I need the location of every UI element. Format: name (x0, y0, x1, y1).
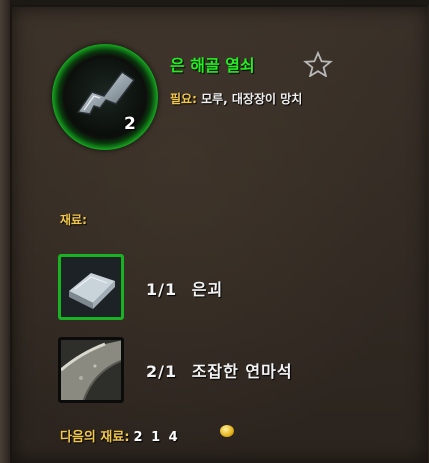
star-outline-icon (303, 50, 333, 78)
cost-label: 다음의 재료: (60, 430, 130, 445)
reagent-silver-bar: 1/1 은괴 (146, 276, 223, 300)
cost-value: 2 1 4 (133, 430, 180, 445)
reagents-header: 재료: (60, 213, 87, 227)
reagent-count: 2/1 (146, 362, 178, 381)
recipe-quantity: 2 (124, 114, 136, 134)
reagent-coarse-stone-button[interactable] (58, 337, 124, 403)
recipe-title: 은 해골 열쇠 (170, 56, 255, 75)
reagent-count: 1/1 (146, 280, 178, 299)
required-tools-label: 필요: (170, 92, 197, 106)
coarse-sharpening-stone-icon (61, 340, 121, 400)
reagent-coarse-stone: 2/1 조잡한 연마석 (146, 358, 293, 382)
window-left-edge (0, 0, 10, 463)
reagent-name: 은괴 (191, 280, 224, 299)
required-tools: 필요: 모루, 대장장이 망치 (170, 90, 302, 107)
recipe-item-button[interactable] (52, 44, 158, 150)
required-tools-value: 모루, 대장장이 망치 (201, 92, 303, 106)
reagent-silver-bar-button[interactable] (58, 254, 124, 320)
silver-bar-icon (61, 257, 121, 317)
favorite-button[interactable] (303, 50, 333, 78)
reagent-name: 조잡한 연마석 (191, 362, 293, 381)
cost-line: 다음의 재료: 2 1 4 (60, 426, 180, 445)
gold-coin-icon (220, 425, 234, 437)
